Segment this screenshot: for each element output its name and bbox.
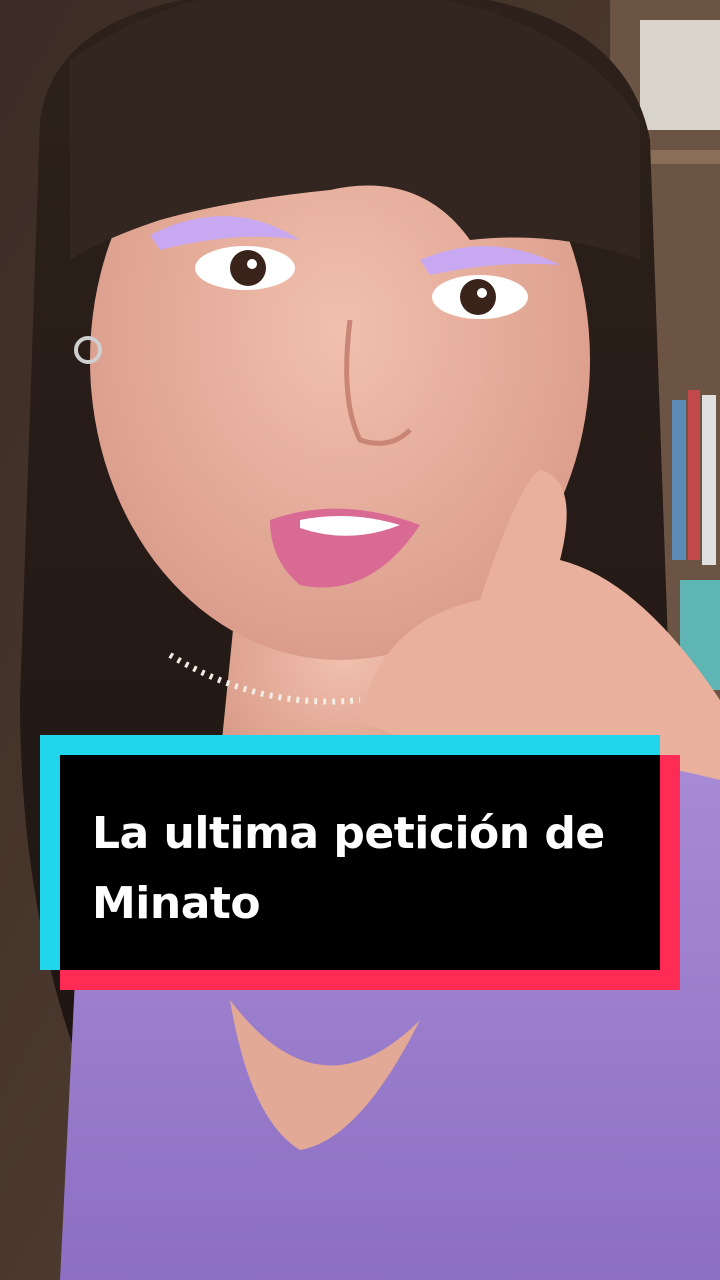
video-frame[interactable]: La ultima petición de Minato [0, 0, 720, 1280]
shelf-box [640, 20, 720, 130]
book-3 [702, 395, 716, 565]
book-2 [688, 390, 700, 560]
caption-box: La ultima petición de Minato [60, 755, 660, 970]
caption-card: La ultima petición de Minato [40, 735, 680, 990]
video-background [0, 0, 720, 1280]
book-1 [672, 400, 686, 560]
caption-text: La ultima petición de Minato [92, 808, 605, 929]
